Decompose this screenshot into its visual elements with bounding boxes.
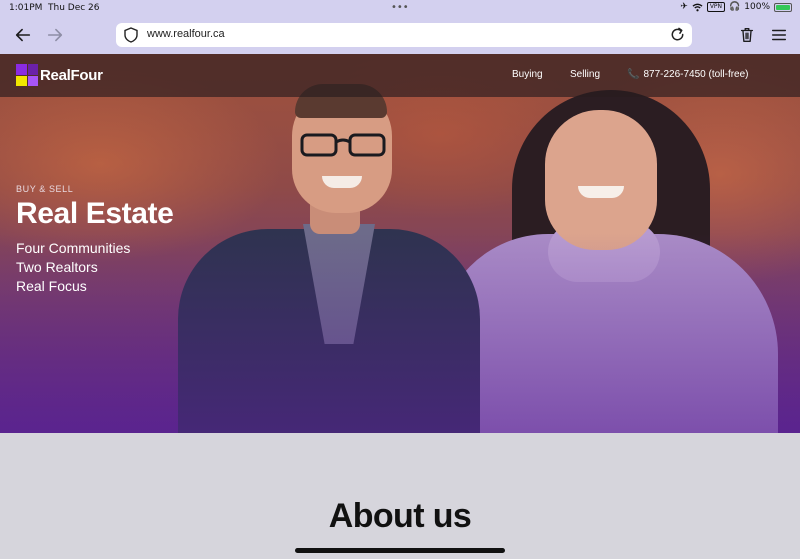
reload-icon[interactable]	[669, 26, 686, 43]
hero-title: Real Estate	[16, 197, 174, 230]
glasses-icon	[300, 133, 386, 157]
woman-face	[545, 110, 657, 250]
status-indicators: ✈ VPN 🎧 100%	[680, 2, 792, 12]
hamburger-icon	[771, 29, 787, 41]
status-time: 1:01PM	[9, 3, 43, 13]
back-button[interactable]	[12, 24, 34, 46]
site-logo[interactable]: RealFour	[16, 64, 103, 86]
arrow-left-icon	[15, 28, 31, 42]
multitasking-dots-icon[interactable]: •••	[391, 2, 409, 13]
url-text[interactable]: www.realfour.ca	[147, 28, 225, 40]
url-bar[interactable]: www.realfour.ca	[116, 23, 692, 47]
hero-line-2: Two Realtors	[16, 259, 98, 275]
arrow-right-icon	[47, 28, 63, 42]
wifi-icon	[692, 3, 703, 11]
nav-selling-link[interactable]: Selling	[570, 69, 600, 80]
status-date: Thu Dec 26	[48, 3, 100, 13]
hero-eyebrow: BUY & SELL	[16, 184, 74, 194]
man-smile	[322, 176, 362, 188]
hero-line-3: Real Focus	[16, 278, 87, 294]
forward-button[interactable]	[44, 24, 66, 46]
airplane-icon: ✈	[680, 2, 688, 12]
vpn-badge: VPN	[706, 2, 726, 12]
site-header: RealFour Buying Selling 📞 877-226-7450 (…	[0, 54, 800, 97]
trash-icon	[740, 28, 754, 42]
home-indicator[interactable]	[295, 548, 505, 553]
phone-number: 877-226-7450 (toll-free)	[643, 69, 749, 80]
battery-icon	[774, 2, 792, 12]
hero-line-1: Four Communities	[16, 240, 131, 256]
woman-smile	[578, 186, 624, 198]
nav-phone-link[interactable]: 📞 877-226-7450 (toll-free)	[627, 69, 749, 80]
menu-button[interactable]	[768, 24, 790, 46]
status-bar: 1:01PM Thu Dec 26 ••• ✈ VPN 🎧 100%	[0, 0, 800, 16]
trash-button[interactable]	[736, 24, 758, 46]
battery-percent: 100%	[744, 2, 770, 12]
about-heading: About us	[328, 497, 472, 535]
logo-mark-icon	[16, 64, 38, 86]
shield-icon[interactable]	[124, 27, 138, 43]
phone-icon: 📞	[627, 69, 640, 80]
headphones-icon: 🎧	[729, 2, 741, 12]
logo-text: RealFour	[40, 66, 103, 84]
nav-buying-link[interactable]: Buying	[512, 69, 543, 80]
hero-purple-overlay	[0, 233, 800, 433]
browser-toolbar: www.realfour.ca	[0, 16, 800, 54]
